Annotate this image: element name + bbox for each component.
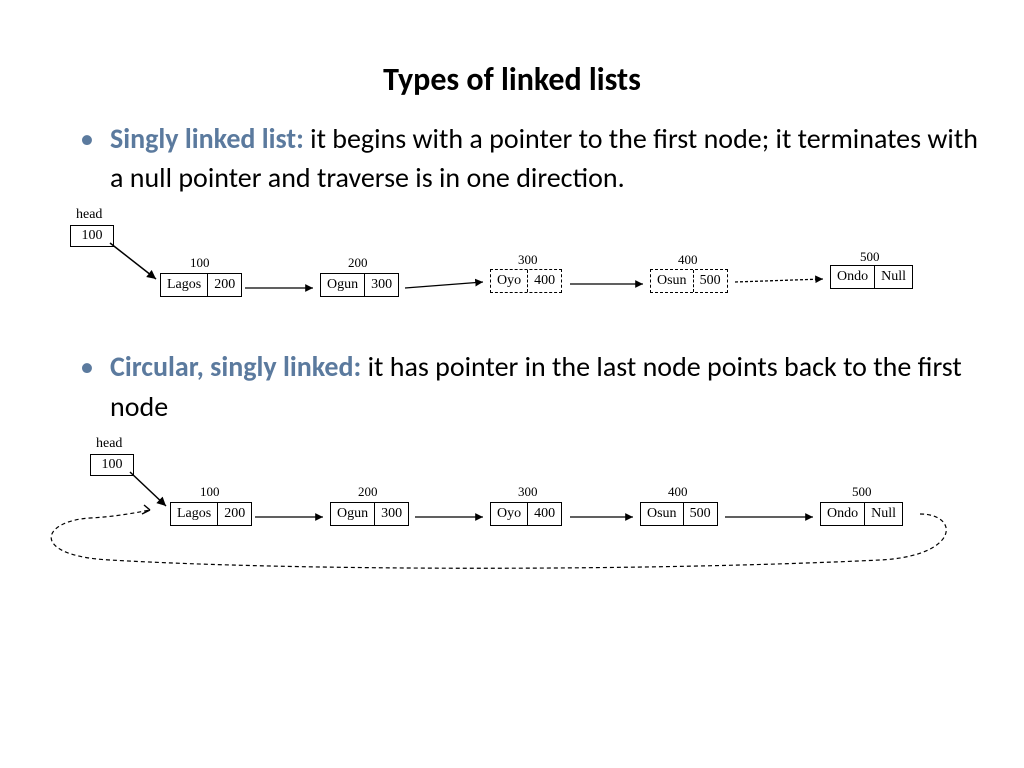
- node: Ogun 300: [320, 273, 399, 297]
- node-addr: 100: [190, 255, 210, 271]
- node: Lagos 200: [160, 273, 242, 297]
- node-addr: 400: [678, 252, 698, 268]
- arrow-icon: [570, 281, 655, 291]
- arrow-icon: [245, 285, 325, 295]
- head-box: 100: [90, 454, 134, 476]
- bullet-singly: Singly linked list: it begins with a poi…: [80, 119, 984, 197]
- node-addr: 300: [518, 252, 538, 268]
- node: Osun 500: [650, 269, 728, 293]
- node-next: 200: [207, 274, 241, 296]
- node-next: Null: [874, 266, 912, 288]
- node-data: Ondo: [831, 266, 874, 288]
- arrow-icon: [110, 243, 170, 293]
- diagram-circular: head 100 100 Lagos 200 200 Ogun 300 300 …: [70, 436, 984, 596]
- arrow-icon: [735, 279, 835, 289]
- node-addr: 500: [860, 249, 880, 265]
- slide-title: Types of linked lists: [40, 60, 984, 99]
- node: Ondo Null: [830, 265, 913, 289]
- bullet-circular-label: Circular, singly linked:: [110, 349, 368, 384]
- head-box: 100: [70, 225, 114, 247]
- node-data: Oyo: [491, 270, 527, 292]
- node-addr: 200: [348, 255, 368, 271]
- node-next: 400: [527, 270, 561, 292]
- head-label: head: [76, 207, 102, 223]
- node-data: Ogun: [321, 274, 364, 296]
- diagram-singly: head 100 100 Lagos 200 200 Ogun 300 300 …: [70, 207, 984, 337]
- arrow-icon: [405, 285, 495, 295]
- node-next: 300: [364, 274, 398, 296]
- bullet-circular: Circular, singly linked: it has pointer …: [80, 347, 984, 425]
- bullet-singly-label: Singly linked list:: [110, 121, 310, 156]
- loop-arrow-icon: [50, 496, 970, 586]
- node-next: 500: [693, 270, 727, 292]
- head-label: head: [96, 436, 122, 452]
- node: Oyo 400: [490, 269, 562, 293]
- node-data: Osun: [651, 270, 693, 292]
